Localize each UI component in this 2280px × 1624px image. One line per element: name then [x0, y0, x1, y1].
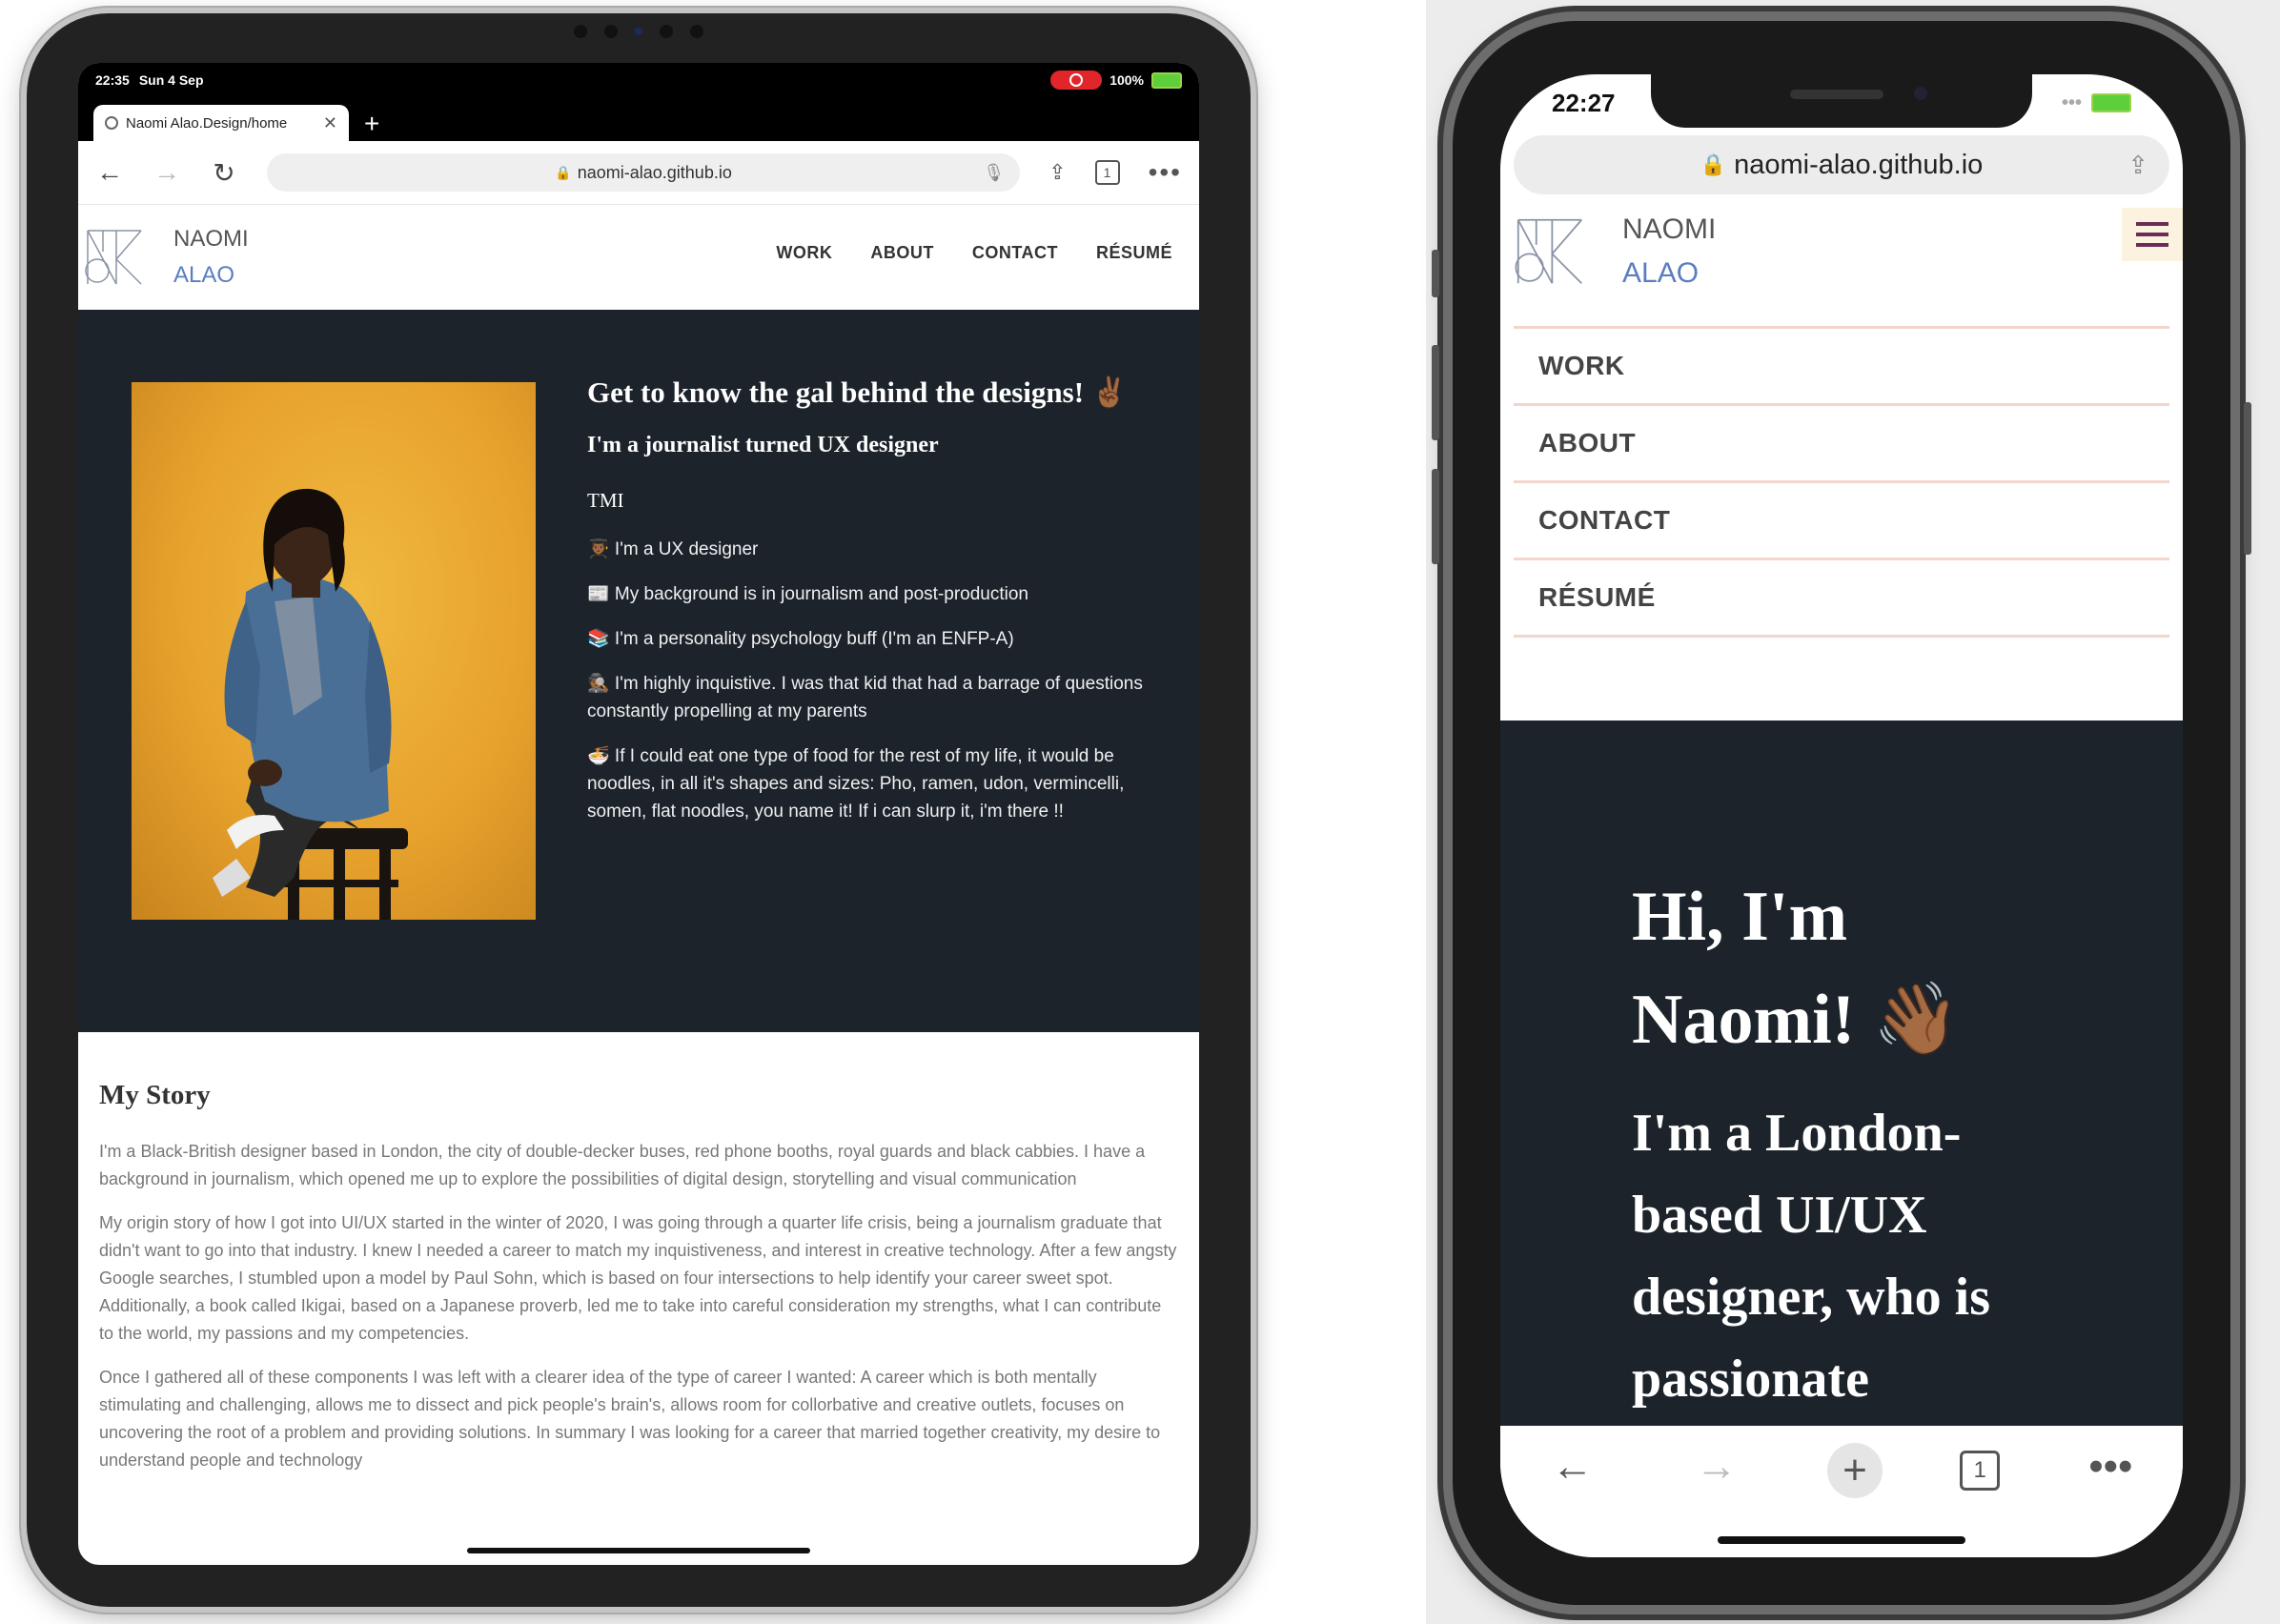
fact-item: 🕵🏾 I'm highly inquistive. I was that kid…	[587, 674, 1143, 721]
ipad-camera	[574, 25, 703, 38]
share-icon[interactable]: ⇪	[2127, 151, 2148, 180]
logo[interactable]	[84, 227, 145, 288]
nav-work[interactable]: WORK	[776, 243, 832, 263]
tabs-icon[interactable]: 1	[1960, 1451, 2001, 1491]
menu-item-contact[interactable]: CONTACT	[1514, 480, 2169, 558]
brand-first-name: NAOMI	[1622, 213, 1717, 245]
battery-icon	[1151, 71, 1182, 89]
volume-down-button	[1432, 469, 1439, 564]
ipad-status-bar: 22:35 Sun 4 Sep 100%	[78, 63, 1199, 97]
site-header: NAOMI ALAO WORK ABOUT CONTACT RÉSUMÉ	[78, 205, 1199, 310]
menu-item-work[interactable]: WORK	[1514, 326, 2169, 403]
lock-icon: 🔒	[555, 164, 572, 180]
back-icon[interactable]: ←	[1539, 1443, 1606, 1491]
plus-icon[interactable]: +	[1826, 1443, 1883, 1498]
silent-switch	[1432, 250, 1439, 297]
browser-tab[interactable]: Naomi Alao.Design/home ✕	[93, 105, 349, 141]
about-section: Get to know the gal behind the designs! …	[78, 310, 1199, 1032]
hero-section: Hi, I'm Naomi! 👋🏾 I'm a London-based UI/…	[1500, 721, 2183, 1426]
notch	[1651, 74, 2032, 128]
browser-tab-bar: Naomi Alao.Design/home ✕ +	[78, 97, 1199, 141]
close-tab-icon[interactable]: ✕	[323, 113, 337, 133]
about-title: Get to know the gal behind the designs! …	[587, 376, 1129, 409]
ipad-screen: 22:35 Sun 4 Sep 100% Naomi Alao.Design/h…	[78, 63, 1199, 1565]
brand-name: NAOMI ALAO	[1622, 208, 1716, 295]
url-text: naomi-alao.github.io	[1734, 149, 1984, 180]
nav-contact[interactable]: CONTACT	[972, 243, 1058, 263]
nav-resume[interactable]: RÉSUMÉ	[1096, 243, 1172, 263]
main-nav: WORK ABOUT CONTACT RÉSUMÉ	[776, 243, 1172, 263]
story-section: My Story I'm a Black-British designer ba…	[78, 1032, 1199, 1474]
hero-intro: I'm a London-based UI/UX designer, who i…	[1632, 1104, 1991, 1409]
hamburger-icon[interactable]	[2122, 208, 2183, 261]
about-subtitle: I'm a journalist turned UX designer	[587, 433, 939, 457]
logo[interactable]	[1514, 215, 1586, 288]
url-text: naomi-alao.github.io	[577, 162, 732, 182]
iphone-device: 22:27 ••• 🔒 naomi-alao.github.io ⇪ NAOMI…	[1432, 21, 2251, 1605]
logo-mark-icon	[1515, 218, 1582, 284]
portrait-photo	[132, 382, 536, 920]
front-camera	[1914, 87, 1927, 100]
new-tab-button[interactable]: +	[364, 109, 379, 139]
volume-up-button	[1432, 345, 1439, 440]
brand-first-name: NAOMI	[173, 226, 249, 252]
mic-icon[interactable]: 🎙	[983, 163, 1005, 183]
status-time: 22:35	[95, 72, 130, 88]
tabs-icon[interactable]: 1	[1094, 160, 1120, 185]
site-header: NAOMI ALAO	[1500, 194, 2183, 309]
portrait-illustration	[213, 488, 408, 920]
iphone-screen: 22:27 ••• 🔒 naomi-alao.github.io ⇪ NAOMI…	[1500, 74, 2183, 1557]
reload-icon[interactable]: ↻	[210, 157, 238, 189]
hero-greeting: Hi, I'm Naomi! 👋🏾	[1632, 878, 1961, 1059]
forward-icon[interactable]: →	[1683, 1443, 1750, 1491]
battery-percent: 100%	[1109, 72, 1144, 88]
browser-toolbar: ← → ↻ 🔒 naomi-alao.github.io 🎙 ⇪ 1 •••	[78, 141, 1199, 205]
status-time: 22:27	[1552, 88, 1616, 117]
back-icon[interactable]: ←	[95, 157, 124, 188]
url-bar[interactable]: 🔒 naomi-alao.github.io 🎙	[267, 153, 1021, 192]
brand-name: NAOMI ALAO	[173, 221, 249, 294]
speaker-grille	[1790, 90, 1883, 99]
story-paragraph: I'm a Black-British designer based in Lo…	[99, 1142, 1146, 1188]
story-paragraph: Once I gathered all of these components …	[99, 1368, 1161, 1470]
story-heading: My Story	[99, 1080, 211, 1110]
brand-last-name: ALAO	[173, 262, 235, 288]
ipad-home-indicator[interactable]	[467, 1548, 810, 1553]
more-icon[interactable]: •••	[2077, 1443, 2144, 1491]
share-icon[interactable]: ⇪	[1048, 160, 1066, 185]
iphone-home-indicator[interactable]	[1718, 1536, 1965, 1544]
fact-item: 👨🏾‍🎓 I'm a UX designer	[587, 539, 759, 559]
globe-icon	[105, 116, 118, 130]
url-bar[interactable]: 🔒 naomi-alao.github.io ⇪	[1514, 135, 2169, 194]
tab-title: Naomi Alao.Design/home	[126, 114, 288, 132]
fact-item: 📚 I'm a personality psychology buff (I'm…	[587, 629, 1014, 649]
fact-item: 📰 My background is in journalism and pos…	[587, 584, 1028, 604]
signal-dots-icon: •••	[2061, 91, 2082, 113]
about-text: Get to know the gal behind the designs! …	[587, 375, 1150, 842]
gap-strip	[1266, 0, 1426, 1624]
menu-item-resume[interactable]: RÉSUMÉ	[1514, 558, 2169, 638]
fact-item: 🍜 If I could eat one type of food for th…	[587, 746, 1125, 822]
lock-icon: 🔒	[1700, 152, 1727, 176]
battery-icon	[2091, 93, 2131, 112]
more-icon[interactable]: •••	[1149, 157, 1182, 188]
tmi-label: TMI	[587, 489, 624, 512]
brand-last-name: ALAO	[1622, 257, 1700, 289]
status-date: Sun 4 Sep	[138, 72, 204, 88]
logo-mark-icon	[85, 230, 142, 285]
menu-item-about[interactable]: ABOUT	[1514, 403, 2169, 480]
story-paragraph: My origin story of how I got into UI/UX …	[99, 1213, 1177, 1343]
screen-record-icon	[1050, 71, 1103, 90]
power-button	[2244, 402, 2251, 555]
nav-about[interactable]: ABOUT	[870, 243, 934, 263]
ipad-device: 22:35 Sun 4 Sep 100% Naomi Alao.Design/h…	[27, 13, 1251, 1607]
mobile-menu: WORK ABOUT CONTACT RÉSUMÉ	[1500, 326, 2183, 638]
forward-icon[interactable]: →	[153, 157, 181, 188]
